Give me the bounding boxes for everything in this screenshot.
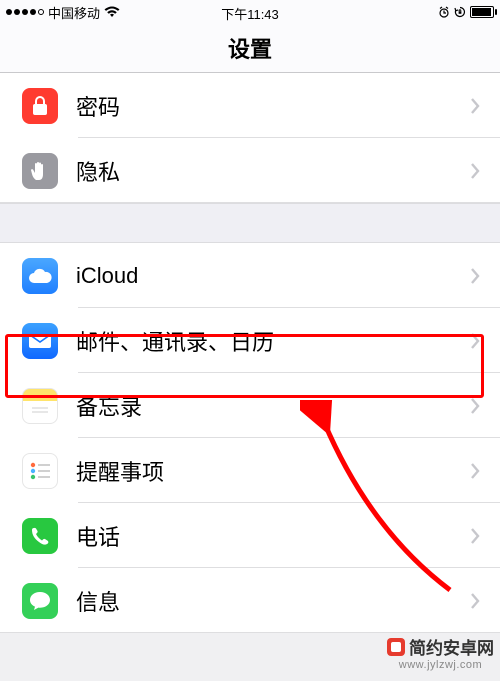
row-privacy-label: 隐私 — [76, 155, 470, 187]
group-2: iCloud 邮件、通讯录、日历 备忘录 — [0, 243, 500, 633]
reminders-icon — [22, 453, 58, 489]
row-passcode[interactable]: 密码 — [0, 73, 500, 138]
battery-icon — [470, 6, 494, 18]
status-left: 中国移动 — [6, 3, 120, 22]
row-reminders[interactable]: 提醒事项 — [0, 438, 500, 503]
chevron-right-icon — [470, 163, 480, 179]
chevron-right-icon — [470, 528, 480, 544]
row-passcode-label: 密码 — [76, 90, 470, 122]
wifi-icon — [104, 6, 120, 18]
chevron-right-icon — [470, 98, 480, 114]
row-mail-label: 邮件、通讯录、日历 — [76, 325, 470, 357]
page-title: 设置 — [228, 32, 272, 64]
watermark-url: www.jylzwj.com — [399, 659, 482, 671]
group-1: 密码 隐私 — [0, 73, 500, 203]
lock-icon — [22, 88, 58, 124]
phone-icon — [22, 518, 58, 554]
status-bar: 中国移动 下午11:43 — [0, 0, 500, 24]
rotation-lock-icon — [454, 6, 466, 18]
hand-icon — [22, 153, 58, 189]
notes-icon — [22, 388, 58, 424]
row-icloud-label: iCloud — [76, 263, 470, 289]
section-gap-1 — [0, 203, 500, 243]
row-privacy[interactable]: 隐私 — [0, 138, 500, 203]
watermark-title: 简约安卓网 — [409, 634, 494, 659]
messages-icon — [22, 583, 58, 619]
row-phone[interactable]: 电话 — [0, 503, 500, 568]
row-reminders-label: 提醒事项 — [76, 455, 470, 487]
watermark: 简约安卓网 www.jylzwj.com — [387, 634, 494, 671]
row-messages[interactable]: 信息 — [0, 568, 500, 633]
chevron-right-icon — [470, 593, 480, 609]
alarm-icon — [438, 6, 450, 18]
chevron-right-icon — [470, 268, 480, 284]
nav-header: 设置 — [0, 24, 500, 73]
chevron-right-icon — [470, 463, 480, 479]
watermark-logo-icon — [387, 638, 405, 656]
row-icloud[interactable]: iCloud — [0, 243, 500, 308]
chevron-right-icon — [470, 333, 480, 349]
row-notes-label: 备忘录 — [76, 390, 470, 422]
cloud-icon — [22, 258, 58, 294]
row-phone-label: 电话 — [76, 520, 470, 552]
signal-dots — [6, 9, 44, 15]
row-mail-contacts-calendars[interactable]: 邮件、通讯录、日历 — [0, 308, 500, 373]
row-notes[interactable]: 备忘录 — [0, 373, 500, 438]
row-messages-label: 信息 — [76, 585, 470, 617]
chevron-right-icon — [470, 398, 480, 414]
carrier-label: 中国移动 — [48, 3, 100, 22]
screen: 中国移动 下午11:43 声音 设置 — [0, 0, 500, 681]
mail-icon — [22, 323, 58, 359]
status-right — [438, 6, 494, 18]
